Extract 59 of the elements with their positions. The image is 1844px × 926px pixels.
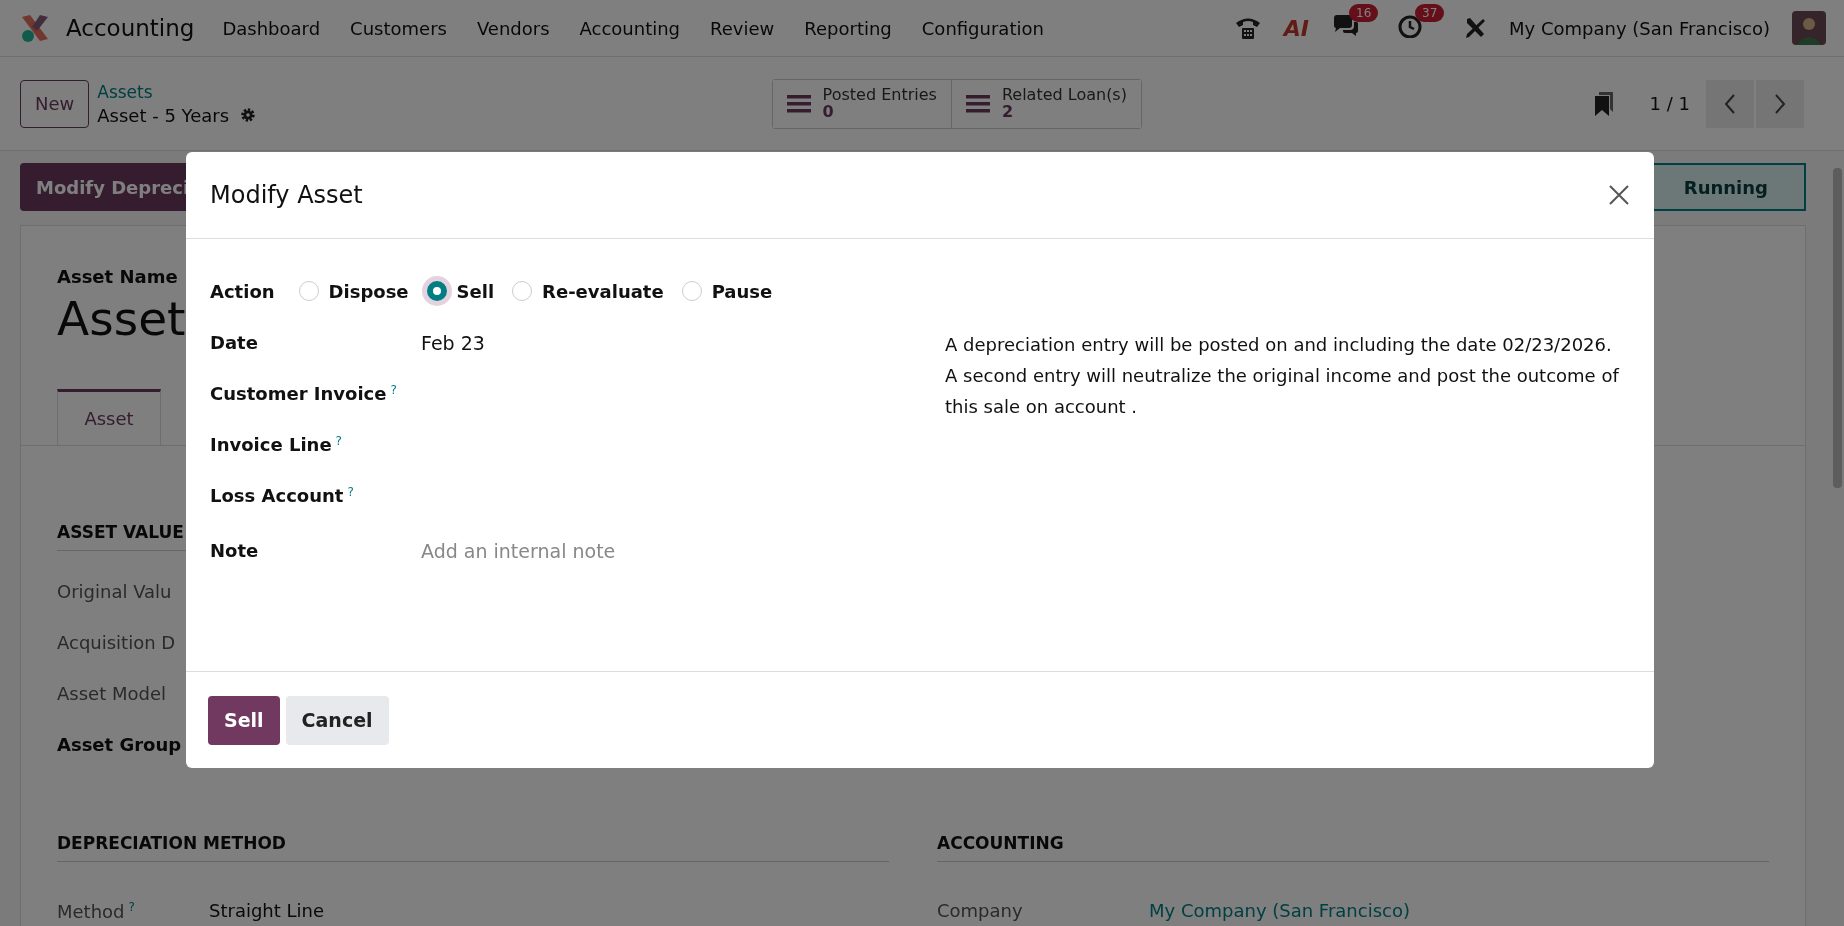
menu-item[interactable]: Accounting bbox=[579, 17, 681, 39]
date-field[interactable]: Feb 23 bbox=[421, 331, 485, 354]
company-switcher[interactable]: My Company (San Francisco) bbox=[1509, 17, 1770, 39]
new-button[interactable]: New bbox=[20, 79, 90, 128]
field-label: Asset Model bbox=[57, 683, 167, 704]
info-text: A second entry will neutralize the original income and post the outcome of this sale on account . bbox=[945, 364, 1621, 419]
field-label: Invoice Line bbox=[210, 434, 332, 456]
counter-badge: 37 bbox=[1415, 4, 1445, 22]
field-label: Customer Invoice bbox=[210, 383, 387, 405]
radio-label[interactable]: Re-evaluate bbox=[542, 280, 664, 302]
app-logo-icon[interactable] bbox=[20, 13, 50, 43]
counter-badge: 16 bbox=[1349, 4, 1379, 22]
chevron-left-icon bbox=[1723, 92, 1737, 115]
close-icon[interactable] bbox=[1608, 184, 1630, 206]
record-title: Asset - 5 Years bbox=[97, 104, 230, 126]
field-label: Date bbox=[210, 332, 258, 353]
section-title: ACCOUNTING bbox=[937, 833, 1769, 862]
field-label: Method bbox=[57, 901, 125, 922]
bookmark-icon[interactable] bbox=[1593, 90, 1614, 117]
cancel-button[interactable]: Cancel bbox=[285, 695, 389, 745]
ai-button[interactable]: AI bbox=[1283, 15, 1310, 41]
gear-icon[interactable] bbox=[239, 106, 258, 124]
radio-label[interactable]: Dispose bbox=[328, 280, 409, 302]
help-icon[interactable]: ? bbox=[128, 900, 135, 914]
help-icon[interactable]: ? bbox=[390, 382, 397, 397]
radio-label[interactable]: Sell bbox=[456, 280, 495, 302]
menu-item[interactable]: Review bbox=[710, 17, 775, 39]
asset-name: Asset bbox=[57, 290, 186, 348]
field-label: Asset Name bbox=[57, 266, 178, 287]
list-icon bbox=[786, 93, 811, 114]
sell-button[interactable]: Sell bbox=[208, 695, 280, 745]
section-title: DEPRECIATION METHOD bbox=[57, 833, 889, 862]
menu-item[interactable]: Dashboard bbox=[222, 17, 321, 39]
field-value: Straight Line bbox=[209, 900, 325, 922]
help-icon[interactable]: ? bbox=[347, 484, 354, 499]
list-icon bbox=[965, 93, 990, 114]
tab[interactable]: Asset bbox=[57, 389, 161, 445]
scrollbar[interactable] bbox=[1833, 168, 1842, 488]
menu-item[interactable]: Reporting bbox=[804, 17, 892, 39]
field-label: Note bbox=[210, 540, 259, 561]
pager-value[interactable]: 1 / 1 bbox=[1649, 93, 1690, 114]
field-label: Action bbox=[210, 280, 275, 302]
field-label: Company bbox=[937, 900, 1023, 921]
help-icon[interactable]: ? bbox=[335, 433, 342, 448]
field-label: Loss Account bbox=[210, 485, 344, 507]
smart-button[interactable]: Posted Entries 0 bbox=[772, 79, 952, 128]
chevron-right-icon bbox=[1773, 92, 1787, 115]
radio-label[interactable]: Pause bbox=[711, 280, 773, 302]
info-text: A depreciation entry will be posted on and including the date 02/23/2026. bbox=[945, 333, 1613, 357]
app-name[interactable]: Accounting bbox=[66, 15, 195, 41]
field-link[interactable]: My Company (San Francisco) bbox=[1149, 900, 1410, 921]
breadcrumb-link[interactable]: Assets bbox=[97, 81, 258, 102]
menu-item[interactable]: Configuration bbox=[921, 17, 1044, 39]
menu-item[interactable]: Vendors bbox=[476, 17, 550, 39]
field-label: Asset Group bbox=[57, 734, 183, 755]
menu-item[interactable]: Customers bbox=[350, 17, 447, 39]
field-label: Original Valu bbox=[57, 581, 173, 602]
tools-icon[interactable] bbox=[1463, 16, 1488, 40]
field-label: Acquisition D bbox=[57, 632, 177, 653]
